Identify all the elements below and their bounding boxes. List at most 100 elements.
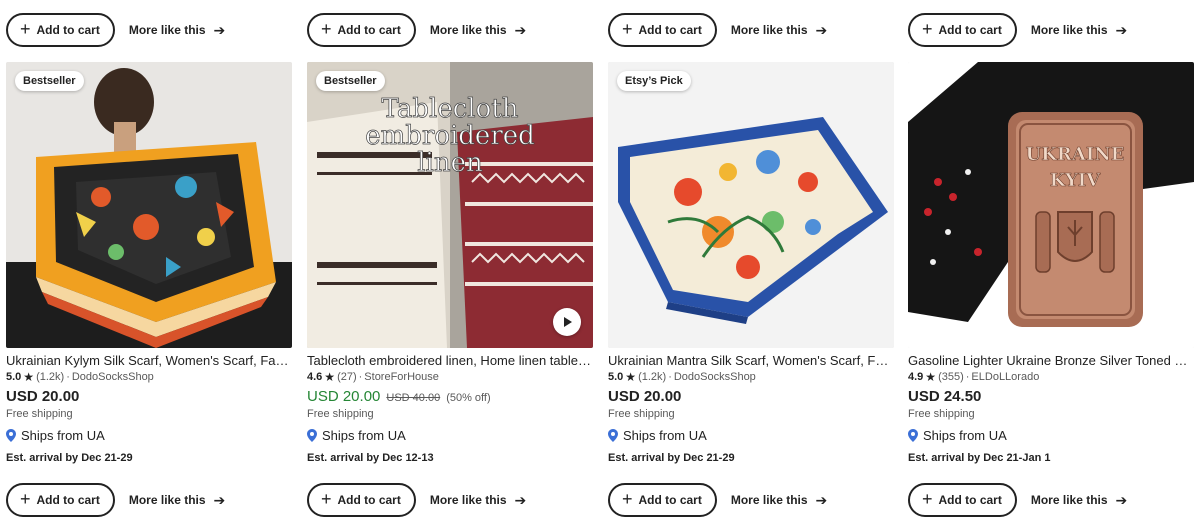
rating-line: 4.6 ★ (27) · StoreForHouse <box>307 371 593 383</box>
listing-image[interactable]: UKRAINE KYIV <box>908 62 1194 348</box>
arrow-right-icon: ➔ <box>1115 492 1128 508</box>
bottom-actions-row: + Add to cart More like this ➔ + Add to car… <box>0 483 1200 517</box>
arrow-right-icon: ➔ <box>815 22 828 38</box>
original-price: USD 40.00 <box>386 392 441 404</box>
free-shipping-label: Free shipping <box>6 408 73 420</box>
separator-dot: · <box>358 371 363 383</box>
add-to-cart-button[interactable]: + Add to cart <box>908 13 1017 47</box>
listing-card[interactable]: Etsy’s Pick Ukrainian Mantra Silk Scarf,… <box>608 62 894 464</box>
listing-title[interactable]: Gasoline Lighter Ukraine Bronze Silver T… <box>908 353 1194 368</box>
prev-card-actions-2: + Add to cart More like this ➔ <box>307 13 526 47</box>
more-like-this-link[interactable]: More like this ➔ <box>1031 23 1127 37</box>
lighter-image: UKRAINE KYIV <box>908 62 1194 348</box>
separator-dot: · <box>965 371 970 383</box>
price-line: USD 20.00 <box>608 388 894 405</box>
shop-name[interactable]: DodoSocksShop <box>72 371 154 383</box>
listing-image[interactable]: Tablecloth embroidered linen Bestseller <box>307 62 593 348</box>
arrow-right-icon: ➔ <box>213 492 226 508</box>
shop-name[interactable]: ELDoLLorado <box>971 371 1039 383</box>
more-like-this-link[interactable]: More like this ➔ <box>731 23 827 37</box>
more-like-this-link[interactable]: More like this ➔ <box>731 493 827 507</box>
separator-dot: · <box>668 371 672 383</box>
etsys-pick-badge: Etsy’s Pick <box>617 71 691 91</box>
add-to-cart-button[interactable]: + Add to cart <box>608 13 717 47</box>
arrow-right-icon: ➔ <box>1115 22 1128 38</box>
image-text-line-1: Tablecloth <box>382 94 519 124</box>
card-actions-3: + Add to cart More like this ➔ <box>608 483 827 517</box>
free-shipping-label: Free shipping <box>307 408 374 420</box>
prev-card-actions-3: + Add to cart More like this ➔ <box>608 13 827 47</box>
arrow-right-icon: ➔ <box>514 492 527 508</box>
add-to-cart-button[interactable]: + Add to cart <box>608 483 717 517</box>
ships-from: Ships from UA <box>608 428 894 443</box>
plus-icon: + <box>20 19 31 39</box>
add-to-cart-button[interactable]: + Add to cart <box>6 13 115 47</box>
star-icon: ★ <box>324 370 336 384</box>
listing-title[interactable]: Tablecloth embroidered linen, Home linen… <box>307 353 593 368</box>
ships-from: Ships from UA <box>908 428 1194 443</box>
image-text-kyiv: KYIV <box>1050 170 1101 191</box>
free-shipping-label: Free shipping <box>908 408 975 420</box>
add-to-cart-button[interactable]: + Add to cart <box>908 483 1017 517</box>
estimated-arrival: Est. arrival by Dec 12-13 <box>307 452 434 464</box>
card-actions-4: + Add to cart More like this ➔ <box>908 483 1127 517</box>
rating-line: 5.0 ★ (1.2k) · DodoSocksShop <box>6 371 292 383</box>
shop-name[interactable]: DodoSocksShop <box>674 371 756 383</box>
location-pin-icon <box>608 429 618 442</box>
tablecloth-image: Tablecloth embroidered linen <box>307 62 593 348</box>
top-actions-row: + Add to cart More like this ➔ + Add to car… <box>0 13 1200 47</box>
card-actions-1: + Add to cart More like this ➔ <box>6 483 225 517</box>
image-text-line-2: embroidered <box>365 121 535 151</box>
review-count: (1.2k) <box>36 371 65 383</box>
prev-card-actions-1: + Add to cart More like this ➔ <box>6 13 225 47</box>
price: USD 20.00 <box>608 388 682 405</box>
free-shipping-label: Free shipping <box>608 408 675 420</box>
listing-title[interactable]: Ukrainian Kylym Silk Scarf, Women's Scar… <box>6 353 292 368</box>
rating-line: 4.9 ★ (355) · ELDoLLorado <box>908 371 1194 383</box>
more-like-this-link[interactable]: More like this ➔ <box>129 23 225 37</box>
prev-card-actions-4: + Add to cart More like this ➔ <box>908 13 1127 47</box>
add-to-cart-button[interactable]: + Add to cart <box>307 483 416 517</box>
price-line: USD 20.00 USD 40.00 (50% off) <box>307 388 593 405</box>
star-icon: ★ <box>625 370 637 384</box>
image-text-ukraine: UKRAINE <box>1026 144 1125 165</box>
play-icon <box>564 317 572 327</box>
shop-name[interactable]: StoreForHouse <box>364 371 439 383</box>
scarf-mantra-image <box>608 62 894 348</box>
listing-image[interactable]: Etsy’s Pick <box>608 62 894 348</box>
listing-card[interactable]: UKRAINE KYIV Gasoline Lighter Ukraine Br… <box>908 62 1194 464</box>
image-text-line-3: linen <box>417 148 483 178</box>
listing-title[interactable]: Ukrainian Mantra Silk Scarf, Women's Sca… <box>608 353 894 368</box>
bestseller-badge: Bestseller <box>316 71 385 91</box>
add-to-cart-button[interactable]: + Add to cart <box>307 13 416 47</box>
plus-icon: + <box>622 19 633 39</box>
sale-price: USD 20.00 <box>307 388 381 405</box>
rating-line: 5.0 ★ (1.2k) · DodoSocksShop <box>608 371 894 383</box>
play-video-button[interactable] <box>553 308 581 336</box>
more-like-this-link[interactable]: More like this ➔ <box>1031 493 1127 507</box>
rating-value: 4.6 <box>307 371 323 383</box>
plus-icon: + <box>321 489 332 509</box>
add-to-cart-button[interactable]: + Add to cart <box>6 483 115 517</box>
discount-label: (50% off) <box>446 392 491 404</box>
more-like-this-link[interactable]: More like this ➔ <box>430 493 526 507</box>
plus-icon: + <box>922 489 933 509</box>
price-line: USD 20.00 <box>6 388 292 405</box>
listing-card[interactable]: Tablecloth embroidered linen Bestseller … <box>307 62 593 464</box>
scarf-kylym-image <box>6 62 292 348</box>
rating-value: 4.9 <box>908 371 924 383</box>
separator-dot: · <box>66 371 70 383</box>
location-pin-icon <box>908 429 918 442</box>
more-like-this-link[interactable]: More like this ➔ <box>129 493 225 507</box>
location-pin-icon <box>307 429 317 442</box>
more-like-this-link[interactable]: More like this ➔ <box>430 23 526 37</box>
plus-icon: + <box>922 19 933 39</box>
arrow-right-icon: ➔ <box>514 22 527 38</box>
rating-value: 5.0 <box>6 371 22 383</box>
plus-icon: + <box>321 19 332 39</box>
location-pin-icon <box>6 429 16 442</box>
estimated-arrival: Est. arrival by Dec 21-29 <box>6 452 133 464</box>
listing-image[interactable]: Bestseller <box>6 62 292 348</box>
listing-card[interactable]: Bestseller Ukrainian Kylym Silk Scarf, W… <box>6 62 292 464</box>
price-line: USD 24.50 <box>908 388 1194 405</box>
